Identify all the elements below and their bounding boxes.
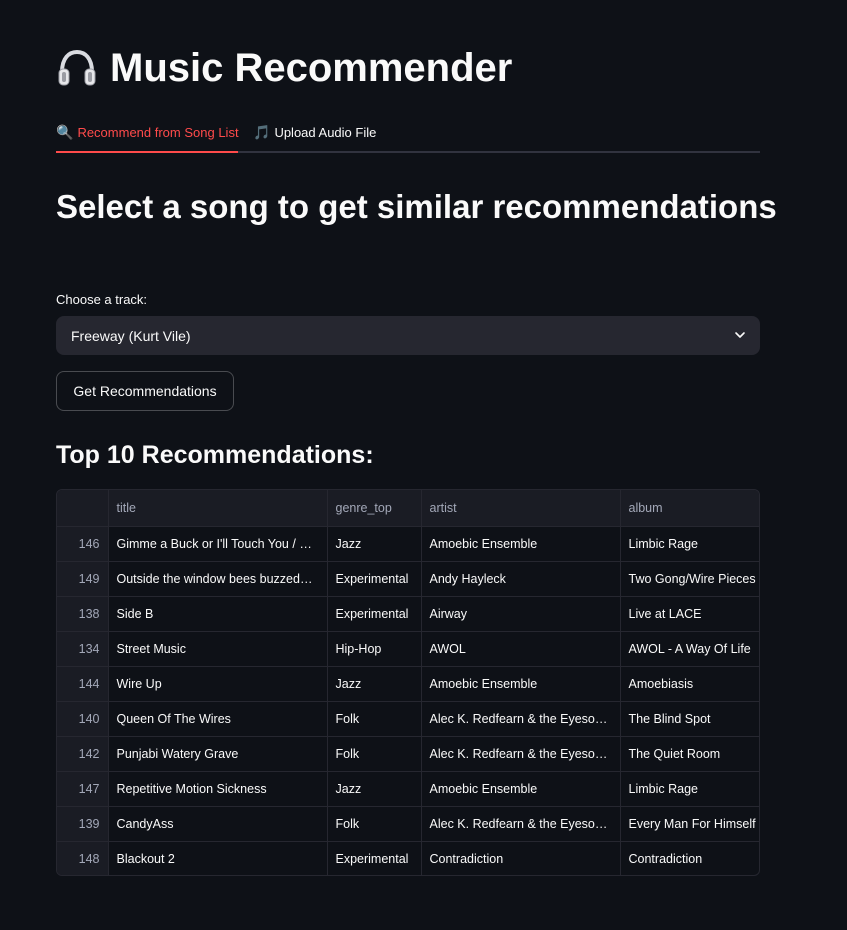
row-index: 144 xyxy=(57,666,109,702)
cell-album[interactable]: Every Man For Himself xyxy=(620,806,759,842)
cell-artist[interactable]: Amoebic Ensemble xyxy=(421,666,621,702)
table-row[interactable]: 140 Queen Of The Wires Folk Alec K. Redf… xyxy=(57,701,759,737)
row-index: 149 xyxy=(57,561,109,597)
cell-artist[interactable]: Alec K. Redfearn & the Eyesores xyxy=(421,806,621,842)
table-header-row: title genre_top artist album xyxy=(57,490,759,527)
cell-title[interactable]: Queen Of The Wires xyxy=(108,701,328,737)
cell-title[interactable]: CandyAss xyxy=(108,806,328,842)
headphones-icon xyxy=(58,49,96,86)
column-header-index[interactable] xyxy=(57,490,109,527)
column-header-album[interactable]: album xyxy=(620,490,759,527)
table-row[interactable]: 134 Street Music Hip-Hop AWOL AWOL - A W… xyxy=(57,631,759,667)
tab-recommend-from-song-list[interactable]: 🔍 Recommend from Song List xyxy=(56,112,239,153)
recommendations-table[interactable]: title genre_top artist album 146 Gimme a… xyxy=(56,489,760,876)
row-index: 140 xyxy=(57,701,109,737)
column-header-artist[interactable]: artist xyxy=(421,490,621,527)
cell-genre[interactable]: Jazz xyxy=(327,771,422,807)
cell-album[interactable]: Two Gong/Wire Pieces xyxy=(620,561,759,597)
table-row[interactable]: 149 Outside the window bees buzzed… Expe… xyxy=(57,561,759,597)
cell-album[interactable]: Contradiction xyxy=(620,841,759,875)
section-heading: Select a song to get similar recommendat… xyxy=(56,188,777,225)
cell-album[interactable]: Live at LACE xyxy=(620,596,759,632)
cell-artist[interactable]: Airway xyxy=(421,596,621,632)
cell-title[interactable]: Repetitive Motion Sickness xyxy=(108,771,328,807)
table-row[interactable]: 147 Repetitive Motion Sickness Jazz Amoe… xyxy=(57,771,759,807)
cell-album[interactable]: The Quiet Room xyxy=(620,736,759,772)
cell-genre[interactable]: Folk xyxy=(327,736,422,772)
cell-album[interactable]: Amoebiasis xyxy=(620,666,759,702)
tab-label: Upload Audio File xyxy=(274,125,377,140)
cell-genre[interactable]: Jazz xyxy=(327,666,422,702)
table-row[interactable]: 146 Gimme a Buck or I'll Touch You / Boi… xyxy=(57,526,759,562)
active-tab-indicator xyxy=(56,151,238,153)
cell-genre[interactable]: Folk xyxy=(327,806,422,842)
row-index: 146 xyxy=(57,526,109,562)
track-select-value: Freeway (Kurt Vile) xyxy=(71,327,191,344)
magnifier-icon: 🔍 xyxy=(56,124,74,140)
cell-genre[interactable]: Folk xyxy=(327,701,422,737)
results-heading: Top 10 Recommendations: xyxy=(56,441,374,469)
page-title: Music Recommender xyxy=(56,44,512,92)
row-index: 138 xyxy=(57,596,109,632)
row-index: 148 xyxy=(57,841,109,875)
cell-genre[interactable]: Experimental xyxy=(327,596,422,632)
table-row[interactable]: 138 Side B Experimental Airway Live at L… xyxy=(57,596,759,632)
cell-artist[interactable]: Alec K. Redfearn & the Eyesores xyxy=(421,736,621,772)
cell-genre[interactable]: Jazz xyxy=(327,526,422,562)
row-index: 134 xyxy=(57,631,109,667)
column-header-title[interactable]: title xyxy=(108,490,328,527)
track-select[interactable]: Freeway (Kurt Vile) xyxy=(56,316,760,355)
tab-upload-audio-file[interactable]: 🎵 Upload Audio File xyxy=(253,112,376,153)
table-row[interactable]: 144 Wire Up Jazz Amoebic Ensemble Amoebi… xyxy=(57,666,759,702)
cell-genre[interactable]: Hip-Hop xyxy=(327,631,422,667)
row-index: 142 xyxy=(57,736,109,772)
row-index: 139 xyxy=(57,806,109,842)
cell-genre[interactable]: Experimental xyxy=(327,561,422,597)
cell-album[interactable]: The Blind Spot xyxy=(620,701,759,737)
cell-title[interactable]: Gimme a Buck or I'll Touch You / Boil xyxy=(108,526,328,562)
track-select-label: Choose a track: xyxy=(56,292,148,307)
column-header-genre[interactable]: genre_top xyxy=(327,490,422,527)
cell-genre[interactable]: Experimental xyxy=(327,841,422,875)
cell-album[interactable]: Limbic Rage xyxy=(620,771,759,807)
row-index: 147 xyxy=(57,771,109,807)
cell-artist[interactable]: Andy Hayleck xyxy=(421,561,621,597)
chevron-down-icon xyxy=(735,332,745,338)
cell-artist[interactable]: Amoebic Ensemble xyxy=(421,526,621,562)
tab-label: Recommend from Song List xyxy=(77,125,239,140)
cell-artist[interactable]: Amoebic Ensemble xyxy=(421,771,621,807)
cell-album[interactable]: Limbic Rage xyxy=(620,526,759,562)
cell-artist[interactable]: Alec K. Redfearn & the Eyesores xyxy=(421,701,621,737)
cell-title[interactable]: Blackout 2 xyxy=(108,841,328,875)
cell-title[interactable]: Punjabi Watery Grave xyxy=(108,736,328,772)
cell-title[interactable]: Wire Up xyxy=(108,666,328,702)
page-title-text: Music Recommender xyxy=(110,46,513,90)
app-root: Music Recommender 🔍 Recommend from Song … xyxy=(0,0,847,930)
cell-title[interactable]: Outside the window bees buzzed… xyxy=(108,561,328,597)
table-row[interactable]: 139 CandyAss Folk Alec K. Redfearn & the… xyxy=(57,806,759,842)
cell-artist[interactable]: Contradiction xyxy=(421,841,621,875)
cell-artist[interactable]: AWOL xyxy=(421,631,621,667)
get-recommendations-button[interactable]: Get Recommendations xyxy=(56,371,234,411)
cell-album[interactable]: AWOL - A Way Of Life xyxy=(620,631,759,667)
cell-title[interactable]: Side B xyxy=(108,596,328,632)
table-row[interactable]: 142 Punjabi Watery Grave Folk Alec K. Re… xyxy=(57,736,759,772)
music-note-icon: 🎵 xyxy=(253,124,271,140)
cell-title[interactable]: Street Music xyxy=(108,631,328,667)
tab-bar: 🔍 Recommend from Song List 🎵 Upload Audi… xyxy=(56,112,760,153)
table-row[interactable]: 148 Blackout 2 Experimental Contradictio… xyxy=(57,841,759,875)
